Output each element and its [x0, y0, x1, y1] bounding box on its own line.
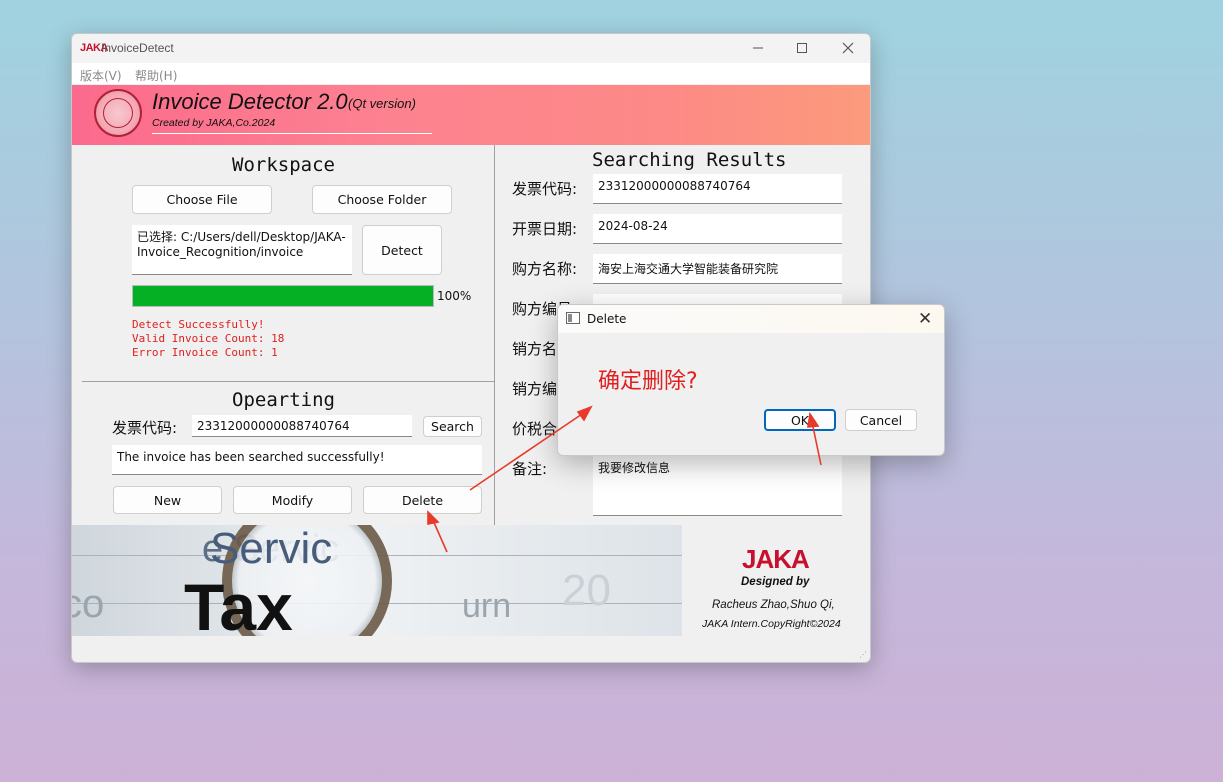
result-invoice-code[interactable]: 23312000000088740764: [593, 174, 842, 204]
search-button[interactable]: Search: [423, 416, 482, 437]
banner-underline: [152, 133, 432, 134]
detect-log: Detect Successfully! Valid Invoice Count…: [132, 318, 284, 360]
svg-text:20: 20: [562, 566, 611, 615]
detect-button[interactable]: Detect: [362, 225, 442, 275]
invoice-code-input[interactable]: 23312000000088740764: [192, 415, 412, 437]
maximize-icon: [797, 43, 807, 53]
svg-text:Tax: Tax: [184, 570, 293, 636]
university-seal-icon: [94, 89, 142, 137]
app-credit: Created by JAKA,Co.2024: [152, 117, 276, 129]
result-label: 销方名: [512, 340, 558, 358]
maximize-button[interactable]: [786, 37, 818, 59]
dialog-window-icon: [566, 312, 580, 324]
log-line: Valid Invoice Count: 18: [132, 332, 285, 345]
result-label: 备注:: [512, 460, 548, 478]
choose-file-button[interactable]: Choose File: [132, 185, 272, 214]
delete-button[interactable]: Delete: [363, 486, 482, 514]
designed-by: Designed by: [741, 576, 810, 588]
result-label: 发票代码:: [512, 180, 578, 198]
svg-text:Servic: Servic: [210, 525, 332, 573]
result-remarks[interactable]: 我要修改信息: [593, 454, 842, 516]
header-banner: Invoice Detector 2.0 (Qt version) Create…: [72, 85, 870, 145]
progress-fill: [133, 286, 433, 306]
results-title: Searching Results: [592, 149, 787, 171]
menu-help[interactable]: 帮助(H): [135, 67, 177, 84]
authors: Racheus Zhao,Shuo Qi,: [712, 599, 835, 611]
log-line: Detect Successfully!: [132, 318, 265, 331]
minimize-icon: [753, 47, 763, 49]
dialog-title-bar[interactable]: Delete ✕: [558, 305, 944, 333]
menu-version[interactable]: 版本(V): [80, 67, 122, 84]
status-message: The invoice has been searched successful…: [112, 445, 482, 475]
tax-magnifier-image: co urn 20 e Servic Servic Tax: [72, 525, 682, 636]
dialog-title: Delete: [587, 312, 627, 326]
app-subheading: (Qt version): [348, 96, 416, 111]
result-label: 销方编: [512, 380, 558, 398]
svg-text:urn: urn: [462, 587, 511, 625]
menu-bar: 版本(V) 帮助(H): [72, 63, 870, 84]
close-icon: [842, 42, 854, 54]
result-buyer-name[interactable]: 海安上海交通大学智能装备研究院: [593, 254, 842, 284]
result-label: 开票日期:: [512, 220, 578, 238]
workspace-title: Workspace: [232, 154, 335, 176]
new-button[interactable]: New: [113, 486, 222, 514]
modify-button[interactable]: Modify: [233, 486, 352, 514]
copyright: JAKA Intern.CopyRight©2024: [702, 618, 841, 630]
log-line: Error Invoice Count: 1: [132, 346, 278, 359]
jaka-logo: JAKA: [742, 544, 810, 574]
dialog-message: 确定删除?: [598, 369, 698, 394]
cancel-button[interactable]: Cancel: [845, 409, 917, 431]
delete-confirm-dialog: Delete ✕ 确定删除? OK Cancel: [557, 304, 945, 456]
dialog-close-icon[interactable]: ✕: [918, 309, 932, 329]
result-invoice-date[interactable]: 2024-08-24: [593, 214, 842, 244]
minimize-button[interactable]: [742, 37, 774, 59]
close-button[interactable]: [832, 37, 864, 59]
ok-button[interactable]: OK: [764, 409, 836, 431]
title-bar[interactable]: JAKA InvoiceDetect: [72, 34, 870, 63]
resize-grip-icon[interactable]: ⋰: [859, 650, 867, 659]
choose-folder-button[interactable]: Choose Folder: [312, 185, 452, 214]
code-label: 发票代码:: [112, 419, 178, 437]
svg-text:co: co: [72, 582, 104, 626]
window-title: InvoiceDetect: [101, 41, 174, 55]
section-divider: [82, 381, 494, 382]
result-label: 购方名称:: [512, 260, 578, 278]
progress-label: 100%: [437, 289, 472, 303]
selected-path-display: 已选择: C:/Users/dell/Desktop/JAKA-Invoice_…: [132, 225, 352, 275]
detect-progress-bar: [132, 285, 434, 307]
result-label: 价税合: [512, 420, 558, 438]
tax-banner-image: co urn 20 e Servic Servic Tax: [72, 525, 682, 636]
operating-title: Opearting: [232, 389, 335, 411]
column-divider: [494, 145, 495, 525]
app-heading: Invoice Detector 2.0: [152, 89, 348, 114]
